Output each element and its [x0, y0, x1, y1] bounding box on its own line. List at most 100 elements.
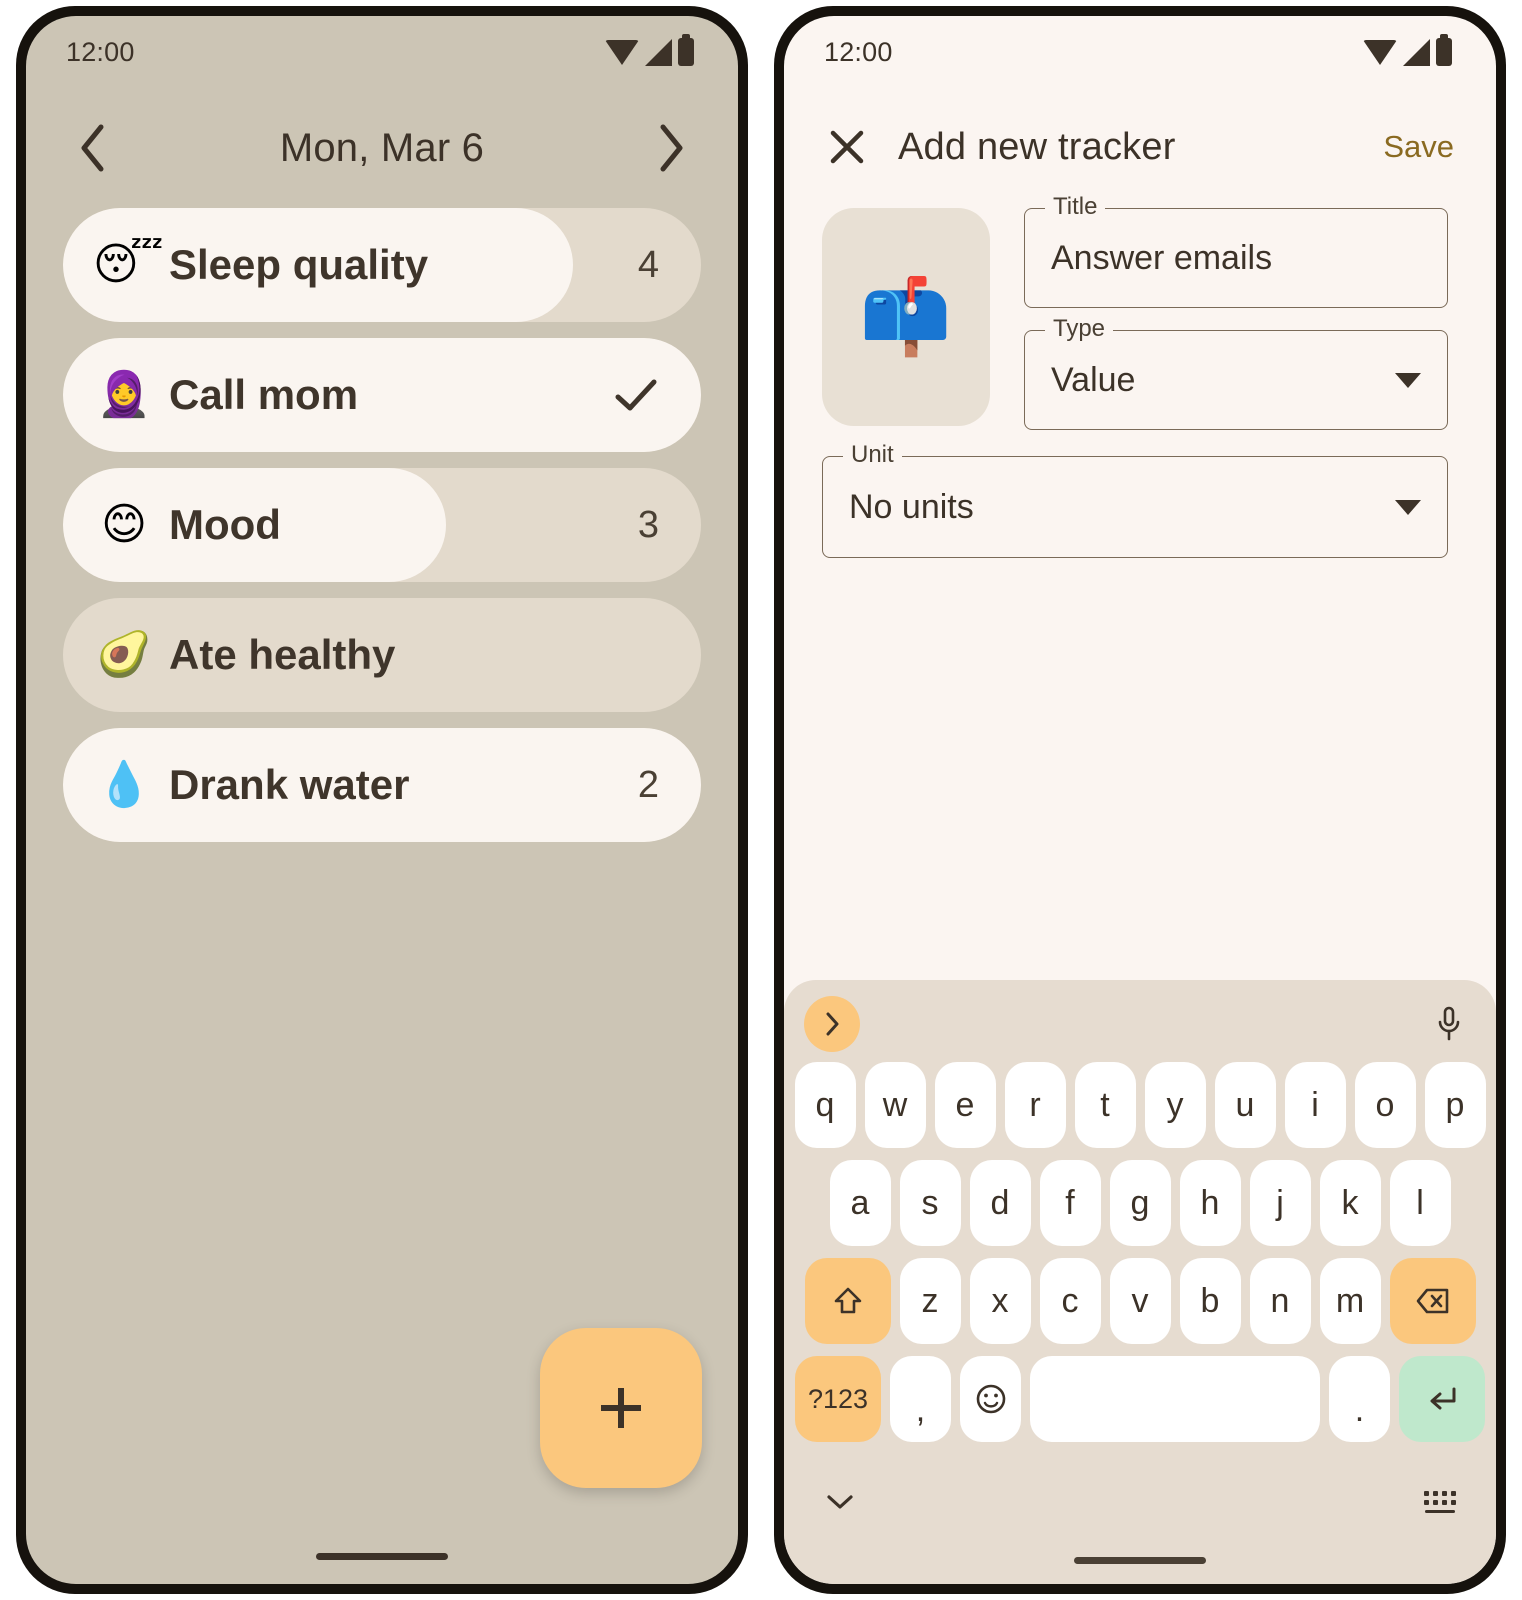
- phone-right: 12:00 Add new tracker Save 📫 Title Answe…: [775, 7, 1505, 1593]
- symbols-key[interactable]: ?123: [795, 1356, 881, 1442]
- battery-icon: [678, 34, 694, 66]
- key-j-key[interactable]: j: [1249, 1160, 1311, 1246]
- tracker-value: 4: [637, 243, 659, 286]
- tracker-row[interactable]: 🧕 Call mom: [63, 338, 701, 452]
- home-indicator-right: [1074, 1557, 1206, 1564]
- tracker-icon-picker[interactable]: 📫: [822, 208, 990, 426]
- key-p-key[interactable]: p: [1424, 1062, 1486, 1148]
- keyboard-row-4: ?123 , .: [784, 1356, 1496, 1442]
- chevron-down-icon: [1395, 372, 1421, 388]
- date-navigation-header: Mon, Mar 6: [26, 88, 738, 176]
- period-key[interactable]: .: [1329, 1356, 1390, 1442]
- title-field-value: Answer emails: [1051, 238, 1273, 277]
- type-field-value: Value: [1051, 360, 1136, 399]
- next-day-button[interactable]: [644, 120, 700, 176]
- key-v-key[interactable]: v: [1109, 1258, 1171, 1344]
- mailbox-emoji: 📫: [859, 274, 953, 360]
- status-bar-left: 12:00: [26, 16, 738, 88]
- tracker-row[interactable]: 😴 Sleep quality 4: [63, 208, 701, 322]
- key-n-key[interactable]: n: [1249, 1258, 1311, 1344]
- space-key[interactable]: [1030, 1356, 1320, 1442]
- key-s-key[interactable]: s: [899, 1160, 961, 1246]
- keyboard-switch-icon: [1424, 1491, 1456, 1505]
- type-field[interactable]: Type Value: [1024, 317, 1448, 430]
- add-tracker-fab[interactable]: [540, 1328, 702, 1488]
- key-k-key[interactable]: k: [1319, 1160, 1381, 1246]
- status-icons: [605, 34, 694, 66]
- chevron-down-icon: [827, 1495, 853, 1509]
- key-a-key[interactable]: a: [829, 1160, 891, 1246]
- tracker-row-content: 🥑 Ate healthy: [63, 598, 701, 712]
- woman-with-headscarf-emoji: 🧕: [96, 369, 152, 420]
- signal-icon: [1403, 38, 1430, 66]
- smiling-face-emoji: 😊: [101, 499, 147, 550]
- dual-phone-mockup: 12:00 Mon, Mar 6 😴 Sleep quality 4 🧕 Cal…: [0, 0, 1522, 1600]
- key-d-key[interactable]: d: [969, 1160, 1031, 1246]
- key-o-key[interactable]: o: [1354, 1062, 1416, 1148]
- microphone-icon: [1438, 1006, 1460, 1041]
- title-field[interactable]: Title Answer emails: [1024, 195, 1448, 308]
- tracker-label: Call mom: [169, 371, 359, 418]
- emoji-key[interactable]: [960, 1356, 1021, 1442]
- droplet-emoji: 💧: [96, 759, 152, 810]
- switch-keyboard-button[interactable]: [1424, 1491, 1456, 1513]
- tracker-row-content: 💧 Drank water 2: [63, 728, 701, 842]
- key-g-key[interactable]: g: [1109, 1160, 1171, 1246]
- backspace-key[interactable]: [1389, 1258, 1476, 1344]
- save-button[interactable]: Save: [1383, 129, 1454, 165]
- key-c-key[interactable]: c: [1039, 1258, 1101, 1344]
- key-b-key[interactable]: b: [1179, 1258, 1241, 1344]
- close-icon: [830, 130, 864, 164]
- shift-key[interactable]: [804, 1258, 891, 1344]
- app-bar-title: Add new tracker: [898, 125, 1176, 168]
- unit-field-wrap: Unit No units: [784, 430, 1496, 558]
- comma-key[interactable]: ,: [890, 1356, 951, 1442]
- sleeping-face-emoji: 😴: [93, 239, 164, 290]
- key-h-key[interactable]: h: [1179, 1160, 1241, 1246]
- enter-key[interactable]: [1399, 1356, 1485, 1442]
- key-z-key[interactable]: z: [899, 1258, 961, 1344]
- backspace-icon: [1416, 1288, 1448, 1314]
- key-l-key[interactable]: l: [1389, 1160, 1451, 1246]
- keyboard-row-2: asdfghjkl: [784, 1160, 1496, 1246]
- expand-toolbar-button[interactable]: [804, 996, 860, 1052]
- key-e-key[interactable]: e: [934, 1062, 996, 1148]
- unit-field[interactable]: Unit No units: [822, 443, 1448, 558]
- key-u-key[interactable]: u: [1214, 1062, 1276, 1148]
- key-m-key[interactable]: m: [1319, 1258, 1381, 1344]
- tracker-checkmark: [613, 375, 659, 415]
- previous-day-button[interactable]: [64, 120, 120, 176]
- key-q-key[interactable]: q: [794, 1062, 856, 1148]
- unit-field-value: No units: [849, 487, 974, 526]
- form-fields: Title Answer emails Type Value: [1024, 195, 1448, 430]
- add-tracker-screen: 12:00 Add new tracker Save 📫 Title Answe…: [784, 16, 1496, 1584]
- tracker-form: 📫 Title Answer emails Type Value: [784, 174, 1496, 430]
- hide-keyboard-button[interactable]: [824, 1491, 856, 1513]
- key-y-key[interactable]: y: [1144, 1062, 1206, 1148]
- wifi-icon: [1363, 39, 1397, 65]
- shift-arrow-icon: [834, 1287, 861, 1314]
- unit-field-label: Unit: [843, 443, 902, 467]
- key-w-key[interactable]: w: [864, 1062, 926, 1148]
- voice-input-button[interactable]: [1436, 1006, 1462, 1042]
- status-clock: 12:00: [824, 36, 893, 67]
- plus-icon: [601, 1388, 641, 1428]
- key-i-key[interactable]: i: [1284, 1062, 1346, 1148]
- tracker-list-screen: 12:00 Mon, Mar 6 😴 Sleep quality 4 🧕 Cal…: [26, 16, 738, 1584]
- key-r-key[interactable]: r: [1004, 1062, 1066, 1148]
- tracker-row[interactable]: 🥑 Ate healthy: [63, 598, 701, 712]
- wifi-icon: [605, 39, 639, 65]
- title-field-label: Title: [1045, 195, 1106, 219]
- battery-icon: [1436, 34, 1452, 66]
- keyboard-suggestion-bar: [784, 986, 1496, 1062]
- tracker-row[interactable]: 💧 Drank water 2: [63, 728, 701, 842]
- tracker-row[interactable]: 😊 Mood 3: [63, 468, 701, 582]
- tracker-row-content: 🧕 Call mom: [63, 338, 701, 452]
- key-x-key[interactable]: x: [969, 1258, 1031, 1344]
- tracker-list: 😴 Sleep quality 4 🧕 Call mom 😊 Mood 3 🥑 Ate healt…: [26, 176, 738, 842]
- key-f-key[interactable]: f: [1039, 1160, 1101, 1246]
- close-button[interactable]: [820, 120, 874, 174]
- tracker-row-content: 😴 Sleep quality 4: [63, 208, 701, 322]
- key-t-key[interactable]: t: [1074, 1062, 1136, 1148]
- tracker-label: Sleep quality: [169, 241, 429, 288]
